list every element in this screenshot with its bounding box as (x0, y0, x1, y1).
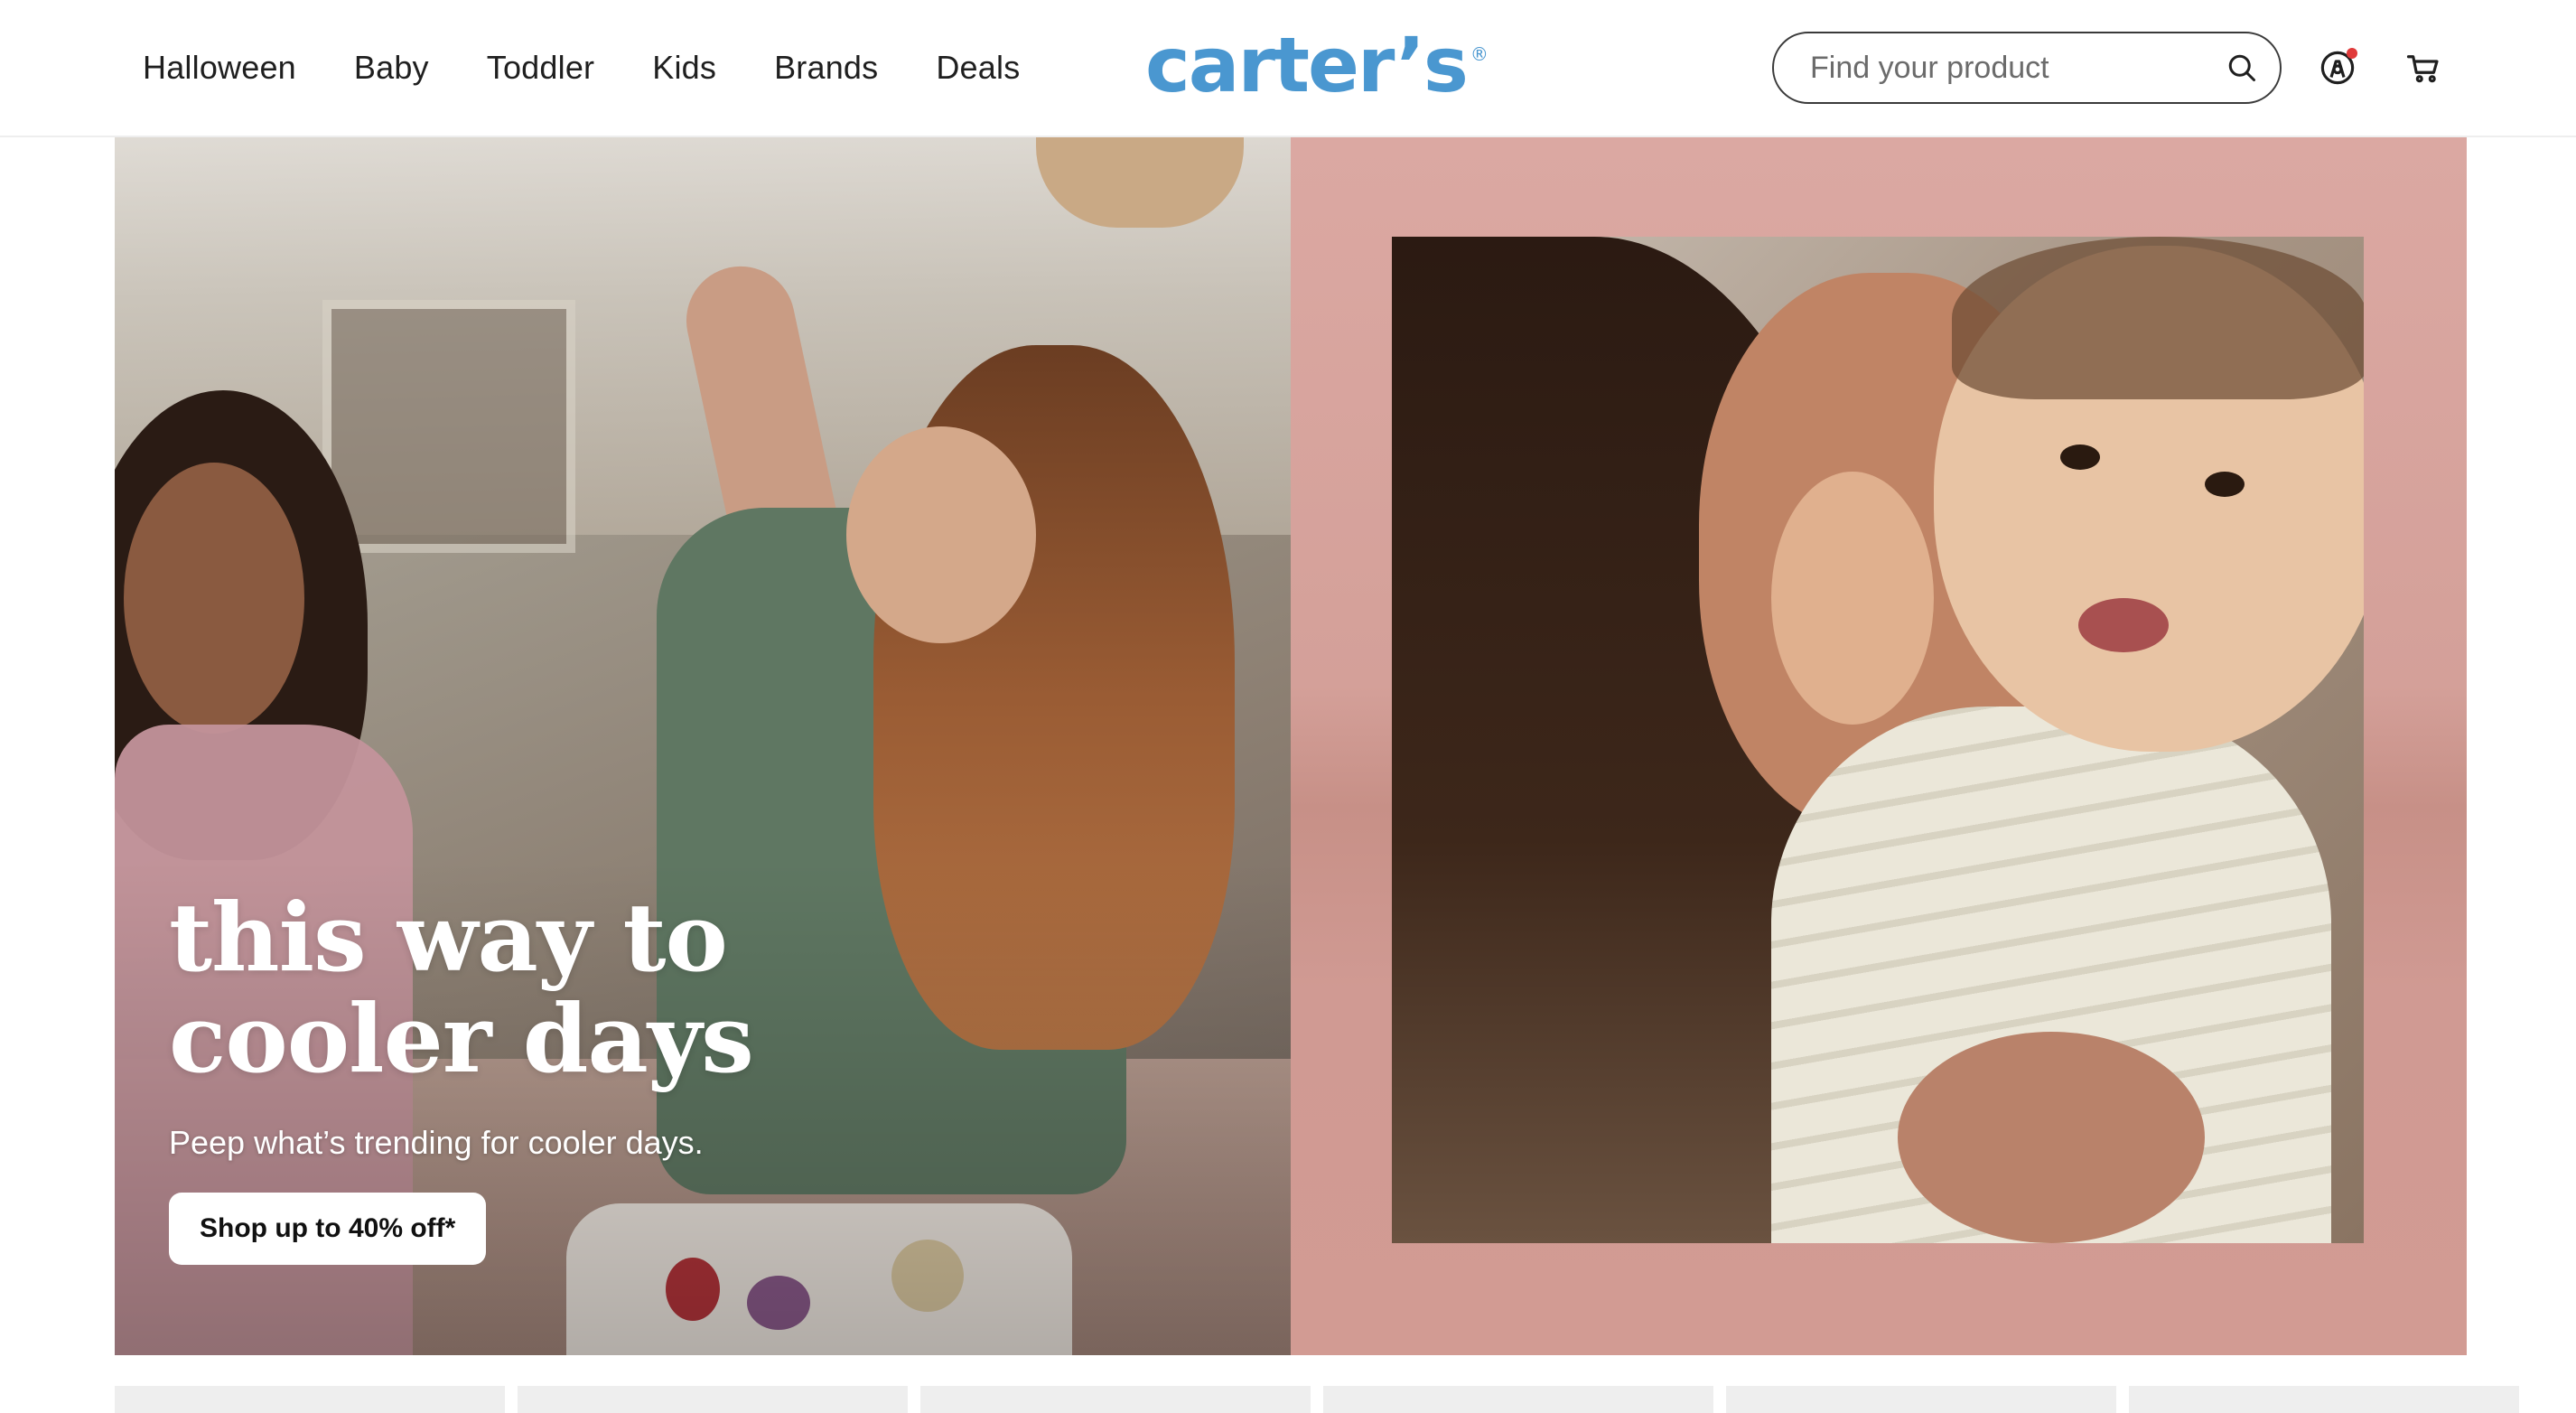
photo-baby-mouth (2078, 598, 2169, 652)
photo-baby-hair (1952, 237, 2364, 399)
hero-right-banner[interactable] (1291, 137, 2467, 1355)
photo-mom-hand (1898, 1032, 2205, 1243)
search-input[interactable] (1808, 49, 2226, 87)
nav-item-baby[interactable]: Baby (354, 49, 429, 87)
category-card[interactable] (518, 1386, 908, 1413)
search-icon[interactable] (2226, 51, 2258, 84)
photo-baby-hand (1771, 472, 1934, 725)
photo-baby-eye-left (2060, 444, 2100, 470)
category-card[interactable] (1323, 1386, 1713, 1413)
notification-dot (2347, 48, 2357, 59)
search-box[interactable] (1772, 32, 2282, 104)
hero-title-line1: this way to (169, 882, 728, 993)
nav-item-toddler[interactable]: Toddler (487, 49, 594, 87)
hero-photo-face (846, 426, 1036, 643)
hero-subtitle: Peep what’s trending for cooler days. (169, 1124, 704, 1161)
category-card[interactable] (920, 1386, 1311, 1413)
photo-baby-eye-right (2205, 472, 2245, 497)
carters-logo[interactable]: carter’s ® (1145, 20, 1489, 110)
shop-deals-button[interactable]: Shop up to 40% off* (169, 1193, 487, 1265)
hero-title-line2: cooler days (169, 983, 754, 1094)
hero-left-banner[interactable]: this way to cooler days Peep what’s tren… (115, 137, 1291, 1355)
account-icon[interactable] (2316, 46, 2359, 89)
site-header: Halloween Baby Toddler Kids Brands Deals… (0, 0, 2576, 137)
cart-icon[interactable] (2403, 46, 2446, 89)
hero-photo-window (322, 300, 575, 553)
main-nav: Halloween Baby Toddler Kids Brands Deals (143, 0, 1020, 136)
registered-mark: ® (1470, 43, 1489, 65)
nav-item-kids[interactable]: Kids (652, 49, 716, 87)
nav-item-deals[interactable]: Deals (936, 49, 1020, 87)
nav-item-brands[interactable]: Brands (774, 49, 878, 87)
category-card[interactable] (115, 1386, 505, 1413)
mom-and-baby-photo (1392, 237, 2364, 1243)
category-card[interactable] (1726, 1386, 2116, 1413)
category-card[interactable] (2129, 1386, 2519, 1413)
nav-item-halloween[interactable]: Halloween (143, 49, 296, 87)
hero-photo-girl-face (124, 463, 304, 734)
logo-text: carter’s (1145, 21, 1469, 109)
hero-title: this way to cooler days (169, 887, 754, 1090)
